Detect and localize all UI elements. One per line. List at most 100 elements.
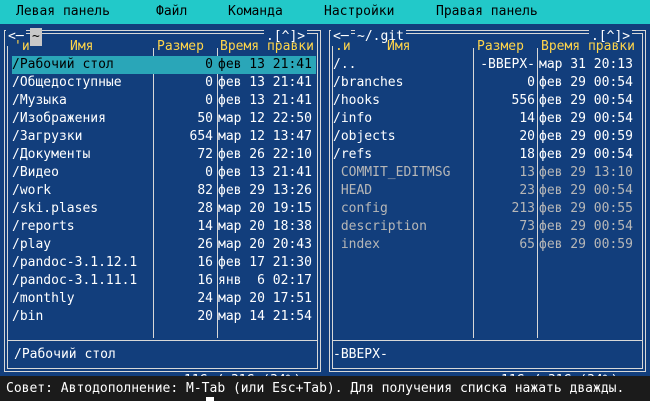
left-header-time[interactable]: Время правки [220,38,314,56]
file-size: 0 [527,75,535,90]
file-size: 73 [519,219,535,234]
file-row[interactable]: /Загрузки 654 мар 12 13:47 [12,128,316,146]
file-row[interactable]: /info 14 фев 29 00:54 [333,110,637,128]
file-modified-time: фев 26 22:10 [218,147,312,162]
left-header-size[interactable]: Размер [157,38,204,56]
file-row[interactable]: COMMIT_EDITMSG 13 фев 29 13:10 [333,164,637,182]
file-row[interactable]: /Музыка 0 фев 13 21:41 [12,92,316,110]
file-size: 24 [197,291,213,306]
file-modified-time: фев 29 00:54 [539,219,633,234]
file-size: 26 [197,237,213,252]
right-header-sort[interactable]: .и [335,38,351,56]
file-modified-time: мар 14 21:54 [218,309,312,324]
file-row[interactable]: /refs 18 фев 29 00:54 [333,146,637,164]
left-panel-title[interactable]: ~ [30,28,42,46]
left-header-name[interactable]: Имя [70,38,93,56]
file-modified-time: мар 20 17:51 [218,291,312,306]
menu-bar: Левая панель Файл Команда Настройки Прав… [0,0,650,24]
file-row[interactable]: /Общедоступные 0 фев 13 21:41 [12,74,316,92]
file-modified-time: мар 31 20:13 [539,57,633,72]
left-panel[interactable]: <─ ~ .[^]> 'и Имя Размер Время правки /Р… [0,24,325,388]
file-row[interactable]: /Видео 0 фев 13 21:41 [12,164,316,182]
left-header-sort[interactable]: 'и [14,38,30,56]
file-name: /Загрузки [12,129,83,144]
file-modified-time: фев 29 13:26 [218,183,312,198]
file-size: 82 [197,183,213,198]
hint-text: Совет: Автодополнение: M-Tab (или Esc+Ta… [6,381,625,396]
file-row[interactable]: /ski.plases 28 мар 20 19:15 [12,200,316,218]
file-row[interactable]: /Документы 72 фев 26 22:10 [12,146,316,164]
file-row[interactable]: description 73 фев 29 00:54 [333,218,637,236]
file-name: /info [333,111,373,126]
right-header-name[interactable]: Имя [387,38,410,56]
file-row[interactable]: /play 26 мар 20 20:43 [12,236,316,254]
file-row[interactable]: /pandoc-3.1.11.1 16 янв 6 02:17 [12,272,316,290]
file-row[interactable]: /Изображения 50 мар 12 22:50 [12,110,316,128]
file-row[interactable]: index 65 фев 29 00:59 [333,236,637,254]
file-modified-time: фев 29 00:54 [539,183,633,198]
file-modified-time: фев 29 00:54 [539,147,633,162]
right-status-divider [333,340,642,341]
file-name: /refs [333,147,373,162]
file-modified-time: мар 12 13:47 [218,129,312,144]
file-modified-time: фев 29 13:10 [539,165,633,180]
file-size: 16 [197,255,213,270]
right-header-time[interactable]: Время правки [541,38,635,56]
file-row[interactable]: /.. -ВВЕРХ-мар 31 20:13 [333,56,637,74]
file-modified-time: фев 13 21:41 [218,57,312,72]
file-size: 18 [519,147,535,162]
file-size: 14 [519,111,535,126]
file-modified-time: фев 13 21:41 [218,165,312,180]
file-row[interactable]: /pandoc-3.1.12.1 16 фев 17 21:30 [12,254,316,272]
file-name: /pandoc-3.1.11.1 [12,273,138,288]
file-name: config [333,201,388,216]
file-name: /branches [333,75,404,90]
right-panel[interactable]: <─ ~/.git .[^]> .и Имя Размер Время прав… [325,24,650,388]
file-row[interactable]: config 213 фев 29 00:55 [333,200,637,218]
file-size: 0 [205,165,213,180]
menu-right-panel[interactable]: Правая панель [436,3,538,21]
menu-file[interactable]: Файл [156,3,187,21]
file-modified-time: фев 29 00:59 [539,129,633,144]
file-size: 213 [511,201,535,216]
file-name: /hooks [333,93,380,108]
file-size: 65 [519,237,535,252]
file-name: /reports [12,219,75,234]
file-modified-time: фев 13 21:41 [218,93,312,108]
file-row[interactable]: /monthly 24 мар 20 17:51 [12,290,316,308]
file-row[interactable]: /work 82 фев 29 13:26 [12,182,316,200]
hint-bar: Совет: Автодополнение: M-Tab (или Esc+Ta… [0,376,650,401]
right-header-size[interactable]: Размер [477,38,524,56]
menu-command[interactable]: Команда [228,3,283,21]
file-name: /ski.plases [12,201,99,216]
file-row[interactable]: HEAD 23 фев 29 00:54 [333,182,637,200]
file-row[interactable]: /branches 0 фев 29 00:54 [333,74,637,92]
file-size: 28 [197,201,213,216]
file-name: /.. [333,57,357,72]
file-row[interactable]: /reports 14 мар 20 18:38 [12,218,316,236]
file-modified-time: фев 29 00:55 [539,201,633,216]
file-name: /pandoc-3.1.12.1 [12,255,138,270]
file-size: 13 [519,165,535,180]
file-name: /Документы [12,147,91,162]
menu-left-panel[interactable]: Левая панель [16,3,110,21]
file-row[interactable]: /objects 20 фев 29 00:59 [333,128,637,146]
file-modified-time: фев 17 21:30 [218,255,312,270]
file-name: COMMIT_EDITMSG [333,165,451,180]
file-row[interactable]: /hooks 556 фев 29 00:54 [333,92,637,110]
file-row[interactable]: /Рабочий стол 0 фев 13 21:41 [12,56,316,74]
file-name: /Рабочий стол [12,57,114,72]
right-status-line: -ВВЕРХ- [333,347,388,362]
file-name: /Музыка [12,93,67,108]
file-size: 72 [197,147,213,162]
file-size: 0 [205,93,213,108]
file-modified-time: мар 20 19:15 [218,201,312,216]
menu-settings[interactable]: Настройки [324,3,394,21]
file-name: /objects [333,129,396,144]
file-modified-time: фев 13 21:41 [218,75,312,90]
file-size: 0 [205,57,213,72]
file-row[interactable]: /bin 20 мар 14 21:54 [12,308,316,326]
left-status-divider [8,340,317,341]
file-modified-time: фев 29 00:59 [539,237,633,252]
file-name: /Видео [12,165,59,180]
